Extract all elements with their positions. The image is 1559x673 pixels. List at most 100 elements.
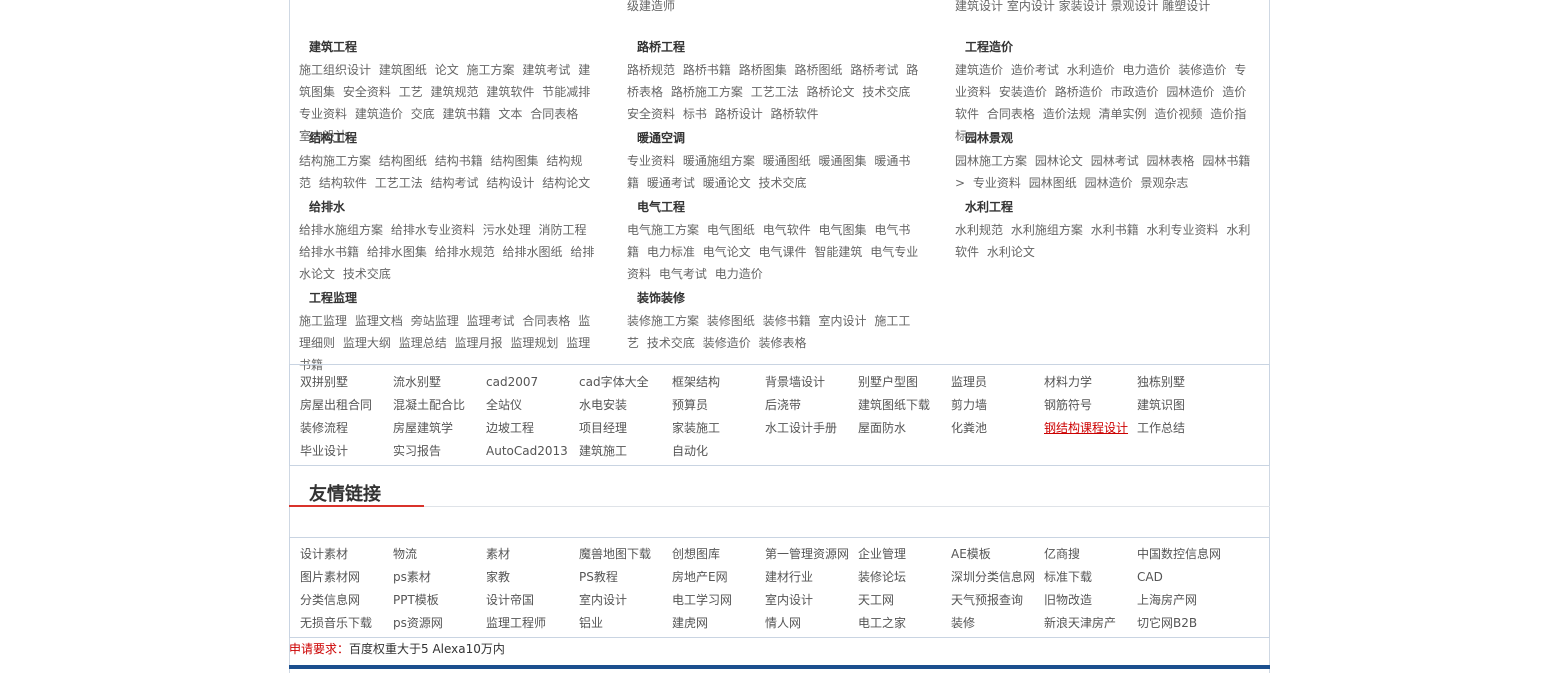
top-row-col3[interactable]: 建筑设计 室内设计 家装设计 景观设计 雕塑设计 xyxy=(955,0,1210,14)
friend-link[interactable]: 设计素材 xyxy=(300,547,348,562)
category-link[interactable]: 水利造价 xyxy=(1067,63,1115,77)
friend-link[interactable]: PPT模板 xyxy=(393,593,439,608)
category-link[interactable]: 施工组织设计 xyxy=(299,63,371,77)
category-link[interactable]: 室内设计 xyxy=(819,314,867,328)
category-link[interactable]: 园林论文 xyxy=(1035,154,1083,168)
category-link[interactable]: 技术交底 xyxy=(647,336,695,350)
friend-link[interactable]: 建虎网 xyxy=(672,616,708,631)
friend-link[interactable]: 天气预报查询 xyxy=(951,593,1023,608)
category-link[interactable]: 污水处理 xyxy=(483,223,531,237)
category-link[interactable]: 建筑书籍 xyxy=(443,107,491,121)
friend-link[interactable]: 素材 xyxy=(486,547,510,562)
category-link[interactable]: 路桥规范 xyxy=(627,63,675,77)
category-link[interactable]: 结构考试 xyxy=(431,176,479,190)
category-link[interactable]: 电气图纸 xyxy=(707,223,755,237)
category-link[interactable]: 建筑造价 xyxy=(955,63,1003,77)
hot-tag-link[interactable]: 房屋建筑学 xyxy=(393,421,453,436)
friend-link[interactable]: 上海房产网 xyxy=(1137,593,1197,608)
hot-tag-link[interactable]: 建筑图纸下载 xyxy=(858,398,930,413)
category-title[interactable]: 园林景观 xyxy=(965,131,1253,146)
category-link[interactable]: 路桥论文 xyxy=(807,85,855,99)
category-link[interactable]: 给排水图集 xyxy=(367,245,427,259)
category-link[interactable]: 结构设计 xyxy=(486,176,534,190)
category-link[interactable]: 监理文档 xyxy=(355,314,403,328)
category-link[interactable]: 监理月报 xyxy=(455,336,503,350)
category-link[interactable]: 市政造价 xyxy=(1111,85,1159,99)
hot-tag-link[interactable]: 框架结构 xyxy=(672,375,720,390)
category-link[interactable]: 路桥造价 xyxy=(1055,85,1103,99)
category-link[interactable]: 装修表格 xyxy=(759,336,807,350)
category-link[interactable]: 暖通图集 xyxy=(819,154,867,168)
category-link[interactable]: 专业资料 xyxy=(973,176,1021,190)
category-link[interactable]: 技术交底 xyxy=(343,267,391,281)
category-link[interactable]: 结构图集 xyxy=(491,154,539,168)
category-link[interactable]: 装修造价 xyxy=(703,336,751,350)
category-link[interactable]: 建筑造价 xyxy=(355,107,403,121)
category-link[interactable]: 路桥施工方案 xyxy=(671,85,743,99)
hot-tag-link[interactable]: 监理员 xyxy=(951,375,987,390)
category-link[interactable]: 专业资料 xyxy=(299,107,347,121)
friend-link[interactable]: AE模板 xyxy=(951,547,991,562)
category-link[interactable]: 工艺 xyxy=(399,85,423,99)
category-link[interactable]: 给排水书籍 xyxy=(299,245,359,259)
category-link[interactable]: 节能减排 xyxy=(542,85,590,99)
friend-link[interactable]: CAD xyxy=(1137,570,1163,585)
category-link[interactable]: 建筑考试 xyxy=(522,63,570,77)
friend-link[interactable]: 室内设计 xyxy=(579,593,627,608)
category-link[interactable]: 园林施工方案 xyxy=(955,154,1027,168)
hot-tag-link[interactable]: cad2007 xyxy=(486,375,538,390)
friend-link[interactable]: 中国数控信息网 xyxy=(1137,547,1221,562)
friend-link[interactable]: 新浪天津房产 xyxy=(1044,616,1116,631)
category-link[interactable]: 建筑图纸 xyxy=(379,63,427,77)
hot-tag-link[interactable]: 家装施工 xyxy=(672,421,720,436)
category-link[interactable]: 结构图纸 xyxy=(379,154,427,168)
category-link[interactable]: 论文 xyxy=(435,63,459,77)
category-link[interactable]: 标书 xyxy=(683,107,707,121)
category-link[interactable]: 水利论文 xyxy=(987,245,1035,259)
category-title[interactable]: 暖通空调 xyxy=(637,131,925,146)
category-link[interactable]: 路桥图纸 xyxy=(795,63,843,77)
friend-link[interactable]: 室内设计 xyxy=(765,593,813,608)
hot-tag-link[interactable]: 别墅户型图 xyxy=(858,375,918,390)
category-link[interactable]: 水利书籍 xyxy=(1091,223,1139,237)
friend-link[interactable]: 魔兽地图下载 xyxy=(579,547,651,562)
category-link[interactable]: 暖通施组方案 xyxy=(683,154,755,168)
category-link[interactable]: 园林造价 xyxy=(1166,85,1214,99)
category-link[interactable]: 园林考试 xyxy=(1091,154,1139,168)
category-title[interactable]: 工程监理 xyxy=(309,291,597,306)
category-link[interactable]: 电力标准 xyxy=(647,245,695,259)
friend-link[interactable]: 铝业 xyxy=(579,616,603,631)
category-link[interactable]: 监理考试 xyxy=(467,314,515,328)
category-link[interactable]: 建筑规范 xyxy=(431,85,479,99)
hot-tag-link[interactable]: 房屋出租合同 xyxy=(300,398,372,413)
category-link[interactable]: 路桥软件 xyxy=(771,107,819,121)
friend-link[interactable]: 第一管理资源网 xyxy=(765,547,849,562)
friend-link[interactable]: 设计帝国 xyxy=(486,593,534,608)
hot-tag-link[interactable]: 建筑施工 xyxy=(579,444,627,459)
category-link[interactable]: 电气论文 xyxy=(703,245,751,259)
category-link[interactable]: 园林图纸 xyxy=(1029,176,1077,190)
category-link[interactable]: 技术交底 xyxy=(759,176,807,190)
category-title[interactable]: 水利工程 xyxy=(965,200,1253,215)
category-link[interactable]: 给排水施组方案 xyxy=(299,223,383,237)
hot-tag-link[interactable]: 材料力学 xyxy=(1044,375,1092,390)
hot-tag-link[interactable]: 实习报告 xyxy=(393,444,441,459)
category-link[interactable]: 路桥考试 xyxy=(850,63,898,77)
hot-tag-link[interactable]: 屋面防水 xyxy=(858,421,906,436)
category-title[interactable]: 建筑工程 xyxy=(309,40,597,55)
category-link[interactable]: 电气施工方案 xyxy=(627,223,699,237)
category-link[interactable]: 装修书籍 xyxy=(763,314,811,328)
category-title[interactable]: 电气工程 xyxy=(637,200,925,215)
friend-link[interactable]: 天工网 xyxy=(858,593,894,608)
category-link[interactable]: 旁站监理 xyxy=(411,314,459,328)
category-link[interactable]: 电气软件 xyxy=(763,223,811,237)
friend-link[interactable]: ps素材 xyxy=(393,570,431,585)
friend-link[interactable]: 建材行业 xyxy=(765,570,813,585)
category-link[interactable]: 施工方案 xyxy=(467,63,515,77)
category-link[interactable]: 暖通论文 xyxy=(703,176,751,190)
hot-tag-link[interactable]: 装修流程 xyxy=(300,421,348,436)
category-link[interactable]: 给排水专业资料 xyxy=(391,223,475,237)
category-link[interactable]: 监理总结 xyxy=(399,336,447,350)
hot-tag-link[interactable]: 独栋别墅 xyxy=(1137,375,1185,390)
category-link[interactable]: 电力造价 xyxy=(715,267,763,281)
